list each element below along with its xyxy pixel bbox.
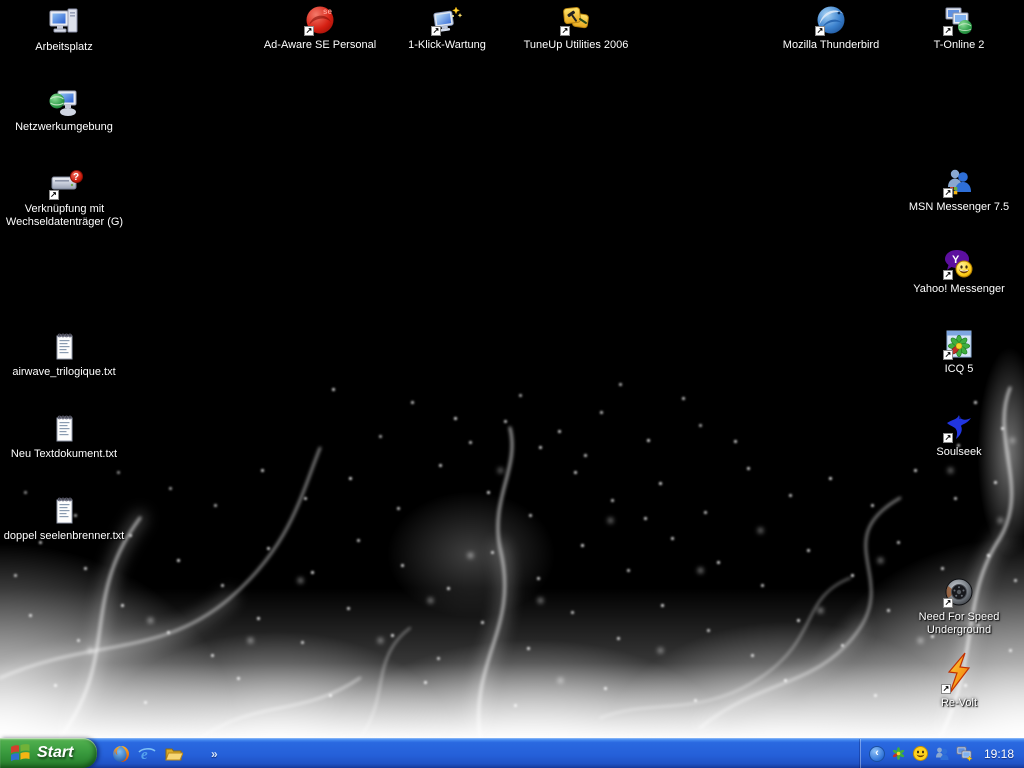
sparkle-glows <box>0 0 1 1</box>
desktop-icon-soulseek[interactable]: ↗ Soulseek <box>911 411 1007 459</box>
icon-label: MSN Messenger 7.5 <box>903 201 1015 214</box>
shortcut-arrow-icon: ↗ <box>815 26 825 36</box>
desktop-icon-1-klick-wartung[interactable]: ↗ 1-Klick-Wartung <box>399 4 495 52</box>
shortcut-arrow-icon: ↗ <box>943 350 953 360</box>
re-volt-lightning-icon: ↗ <box>941 652 977 694</box>
shortcut-arrow-icon: ↗ <box>943 598 953 608</box>
tray-network-status-icon[interactable] <box>956 745 973 762</box>
desktop-icon-icq[interactable]: ↗ ICQ 5 <box>911 328 1007 376</box>
wallpaper <box>0 0 1024 768</box>
taskbar-clock[interactable]: 19:18 <box>984 747 1014 761</box>
tuneup-utilities-icon: ↗ <box>560 4 592 36</box>
desktop-icon-neu-textdokument[interactable]: Neu Textdokument.txt <box>8 413 120 461</box>
tray-msn-icon[interactable] <box>934 745 951 762</box>
desktop-icon-thunderbird[interactable]: ↗ Mozilla Thunderbird <box>767 4 895 52</box>
icon-label: Arbeitsplatz <box>16 41 112 54</box>
shortcut-arrow-icon: ↗ <box>943 433 953 443</box>
desktop-icon-msn-messenger[interactable]: ↗ MSN Messenger 7.5 <box>903 166 1015 214</box>
icon-label: ICQ 5 <box>911 363 1007 376</box>
icon-label: Neu Textdokument.txt <box>8 448 120 461</box>
icon-label: Re-Volt <box>911 697 1007 710</box>
shortcut-arrow-icon: ↗ <box>943 26 953 36</box>
icon-label: Mozilla Thunderbird <box>767 39 895 52</box>
text-file-icon <box>48 413 80 445</box>
msn-messenger-icon: ↗ <box>943 166 975 198</box>
icon-label: T-Online 2 <box>911 39 1007 52</box>
my-computer-icon <box>48 6 80 38</box>
ad-aware-icon: se ↗ <box>304 4 336 36</box>
quick-launch-overflow-chevron[interactable]: » <box>211 747 218 761</box>
svg-text:se: se <box>323 7 332 16</box>
desktop-icon-nfs-underground[interactable]: ↗ Need For Speed Underground <box>905 576 1013 637</box>
removable-drive-icon: ? ↗ <box>49 168 81 200</box>
windows-xp-desktop: Arbeitsplatz se ↗ Ad-Aware SE Personal <box>0 0 1024 768</box>
windows-flag-icon <box>10 744 31 763</box>
icon-label: doppel seelenbrenner.txt <box>0 530 128 543</box>
desktop-icon-wechseldatentraeger[interactable]: ? ↗ Verknüpfung mit Wechseldatenträger (… <box>0 168 137 229</box>
question-badge-icon: ? <box>70 170 83 183</box>
t-online-icon: ↗ <box>943 4 975 36</box>
shortcut-arrow-icon: ↗ <box>304 26 314 36</box>
nfs-underground-icon: ↗ <box>943 576 975 608</box>
system-tray: ‹ <box>860 739 1024 768</box>
folder-icon[interactable] <box>163 744 183 764</box>
shortcut-arrow-icon: ↗ <box>941 684 951 694</box>
firefox-icon[interactable] <box>111 744 131 764</box>
quick-launch-bar: e » <box>111 744 218 764</box>
desktop-icon-tuneup[interactable]: ↗ TuneUp Utilities 2006 <box>512 4 640 52</box>
icon-label: Yahoo! Messenger <box>903 283 1015 296</box>
desktop-icon-yahoo-messenger[interactable]: Y ↗ Yahoo! Messenger <box>903 248 1015 296</box>
taskbar: Start e <box>0 738 1024 768</box>
icq-icon: ↗ <box>943 328 975 360</box>
soulseek-bird-icon: ↗ <box>943 411 975 443</box>
start-button[interactable]: Start <box>0 738 97 768</box>
chevron-left-glyph: ‹ <box>875 747 879 760</box>
shortcut-arrow-icon: ↗ <box>560 26 570 36</box>
shortcut-arrow-icon: ↗ <box>943 270 953 280</box>
text-file-icon <box>48 331 80 363</box>
desktop-icon-airwave-txt[interactable]: airwave_trilogique.txt <box>2 331 126 379</box>
desktop-icon-t-online[interactable]: ↗ T-Online 2 <box>911 4 1007 52</box>
shortcut-arrow-icon: ↗ <box>49 190 59 200</box>
icon-label: airwave_trilogique.txt <box>2 366 126 379</box>
tray-icq-icon[interactable] <box>890 745 907 762</box>
yahoo-messenger-icon: Y ↗ <box>943 248 975 280</box>
icon-label: Need For Speed Underground <box>905 611 1013 637</box>
white-fog <box>0 330 1024 738</box>
icon-label: Ad-Aware SE Personal <box>256 39 384 52</box>
desktop-icon-arbeitsplatz[interactable]: Arbeitsplatz <box>16 6 112 54</box>
icon-label: TuneUp Utilities 2006 <box>512 39 640 52</box>
icon-label: Verknüpfung mit Wechseldatenträger (G) <box>0 203 137 229</box>
desktop-icon-re-volt[interactable]: ↗ Re-Volt <box>911 652 1007 710</box>
desktop-icon-netzwerkumgebung[interactable]: Netzwerkumgebung <box>8 86 120 134</box>
desktop-icon-adaware[interactable]: se ↗ Ad-Aware SE Personal <box>256 4 384 52</box>
icon-label: Soulseek <box>911 446 1007 459</box>
shortcut-arrow-icon: ↗ <box>943 188 953 198</box>
start-button-label: Start <box>37 744 73 762</box>
icon-label: Netzwerkumgebung <box>8 121 120 134</box>
tray-yahoo-icon[interactable] <box>912 745 929 762</box>
icon-label: 1-Klick-Wartung <box>399 39 495 52</box>
one-click-maintenance-icon: ↗ <box>431 4 463 36</box>
thunderbird-icon: ↗ <box>815 4 847 36</box>
tray-collapse-chevron-icon[interactable]: ‹ <box>869 746 885 762</box>
internet-explorer-icon[interactable]: e <box>137 744 157 764</box>
shortcut-arrow-icon: ↗ <box>431 26 441 36</box>
network-places-icon <box>48 86 80 118</box>
desktop-icon-doppel-seelenbrenner[interactable]: doppel seelenbrenner.txt <box>0 495 128 543</box>
text-file-icon <box>48 495 80 527</box>
